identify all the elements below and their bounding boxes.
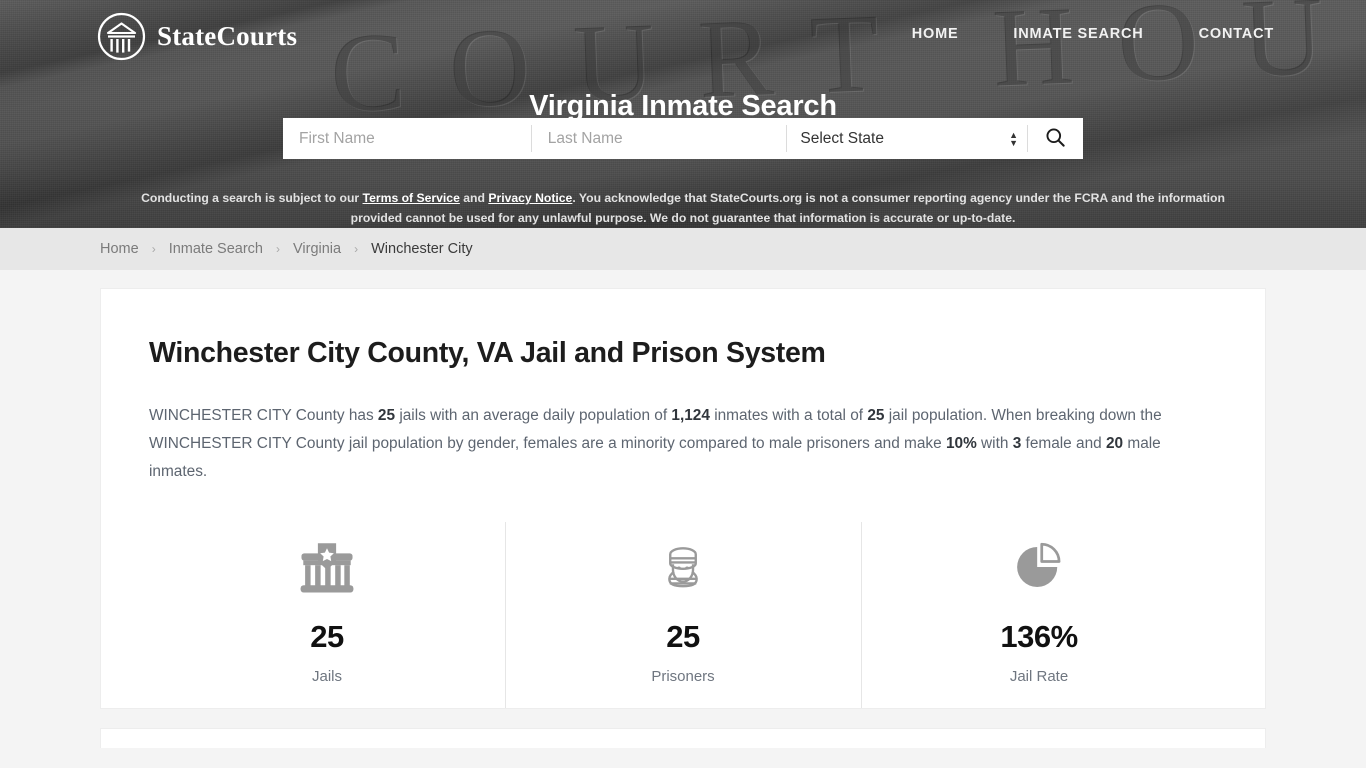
stat-prisoners: 25 Prisoners	[505, 522, 861, 708]
breadcrumb: Home › Inmate Search › Virginia › Winche…	[0, 228, 1366, 270]
statistics-row: 25 Jails 25 Prisoners 136% Jail Rate	[149, 522, 1217, 708]
jail-building-icon	[294, 531, 360, 603]
search-button[interactable]	[1028, 118, 1083, 159]
last-name-input[interactable]	[531, 118, 787, 159]
disclaimer-part-2: and	[459, 191, 489, 206]
main-nav: HOME INMATE SEARCH CONTACT	[912, 26, 1274, 42]
site-logo[interactable]: StateCourts	[97, 12, 297, 61]
stat-jails-label: Jails	[311, 668, 342, 685]
breadcrumb-item-home[interactable]: Home	[100, 241, 139, 257]
stat-jail-rate: 136% Jail Rate	[861, 522, 1217, 708]
first-name-input[interactable]	[283, 118, 531, 159]
stat-jail-rate-value: 136%	[1000, 619, 1078, 654]
page-content: Winchester City County, VA Jail and Pris…	[0, 270, 1366, 748]
male-count-value: 20	[1105, 435, 1124, 452]
disclaimer-part-1: Conducting a search is subject to our	[141, 191, 363, 206]
breadcrumb-item-inmate-search[interactable]: Inmate Search	[169, 241, 263, 257]
summary-text: with	[976, 435, 1013, 452]
stat-jails: 25 Jails	[149, 522, 505, 708]
terms-of-service-link[interactable]: Terms of Service	[363, 191, 460, 205]
summary-text: jails with an average daily population o…	[395, 407, 672, 424]
nav-item-inmate-search[interactable]: INMATE SEARCH	[1013, 26, 1143, 42]
magnifier-icon	[1044, 126, 1067, 152]
pie-chart-icon	[1006, 531, 1072, 603]
stat-prisoners-value: 25	[666, 619, 700, 654]
female-count-value: 3	[1012, 435, 1022, 452]
county-summary-paragraph: WINCHESTER CITY County has 25 jails with…	[149, 402, 1209, 486]
chevron-right-icon: ›	[151, 242, 156, 256]
summary-text: WINCHESTER CITY County has	[149, 407, 378, 424]
summary-text: inmates with a total of	[709, 407, 868, 424]
search-disclaimer: Conducting a search is subject to our Te…	[128, 188, 1238, 228]
nav-item-home[interactable]: HOME	[912, 26, 959, 42]
site-header: COURT HOUSE StateCourts HOME INMATE SEAR…	[0, 0, 1366, 228]
average-daily-population-value: 1,124	[671, 407, 710, 424]
stat-prisoners-label: Prisoners	[651, 668, 715, 685]
nav-item-contact[interactable]: CONTACT	[1199, 26, 1274, 42]
summary-text: female and	[1021, 435, 1106, 452]
chevron-right-icon: ›	[354, 242, 359, 256]
total-jail-population-value: 25	[867, 407, 885, 424]
chevron-right-icon: ›	[276, 242, 280, 256]
jails-count-value: 25	[377, 407, 396, 424]
logo-text: StateCourts	[157, 21, 298, 51]
county-overview-card: Winchester City County, VA Jail and Pris…	[100, 288, 1266, 709]
courthouse-circle-icon	[97, 12, 146, 61]
stat-jail-rate-label: Jail Rate	[1009, 668, 1069, 685]
next-section-card	[100, 728, 1266, 748]
privacy-notice-link[interactable]: Privacy Notice	[488, 191, 572, 205]
state-select[interactable]: Select State	[787, 118, 1028, 159]
breadcrumb-item-winchester-city: Winchester City	[371, 241, 473, 257]
breadcrumb-item-virginia[interactable]: Virginia	[293, 241, 341, 257]
page-title: Winchester City County, VA Jail and Pris…	[149, 337, 826, 369]
prisoner-icon	[650, 531, 716, 603]
female-percentage-value: 10%	[945, 435, 977, 452]
state-select-wrapper: Select State ▲ ▼	[787, 118, 1028, 159]
inmate-search-form: Select State ▲▼	[283, 118, 1083, 159]
stat-jails-value: 25	[310, 619, 344, 654]
